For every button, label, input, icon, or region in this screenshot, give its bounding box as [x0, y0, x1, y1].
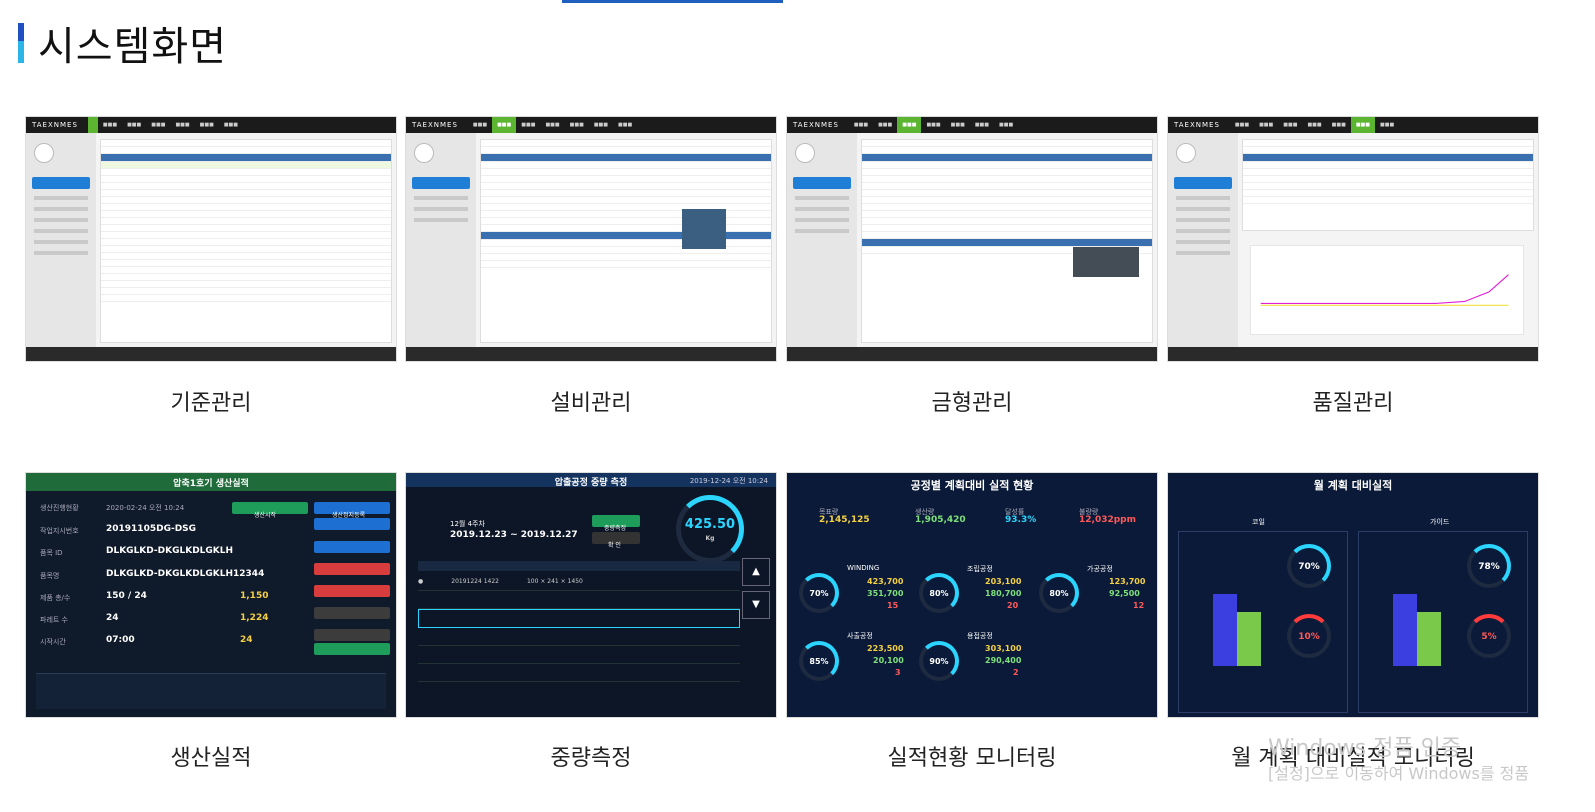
screenshot-production-results[interactable]: 압축1호기 생산실적 생산진행현황 2020-02-24 오전 10:24 작업…: [25, 472, 397, 718]
quality-table: [1242, 139, 1534, 231]
caption-weight: 중량측정: [550, 746, 632, 771]
windows-activation-line1: Windows 정품 인증: [1268, 736, 1462, 761]
screenshot-weight-measurement[interactable]: 압출공정 중량 측정 2019-12-24 오전 10:24 12월 4주차 2…: [405, 472, 777, 718]
caption-standard: 기준관리: [170, 391, 252, 416]
weight-table: ● 20191224 1422 100 × 241 × 1450: [418, 573, 740, 707]
screenshot-quality-management[interactable]: TAEXNMES ■■■ ■■■ ■■■ ■■■ ■■■ ■■■ ■■■: [1167, 116, 1539, 362]
caption-quality: 품질관리: [1312, 391, 1394, 416]
scroll-up-button[interactable]: ▲: [742, 558, 770, 586]
data-table: [100, 139, 392, 343]
app-logo: TAEXNMES: [32, 121, 78, 129]
screenshot-equipment-management[interactable]: TAEXNMES ■■■ ■■■ ■■■ ■■■ ■■■ ■■■ ■■■: [405, 116, 777, 362]
confirm-button[interactable]: 확 인: [592, 532, 640, 549]
caption-production: 생산실적: [170, 746, 252, 771]
app-logo: TAEXNMES: [412, 121, 458, 129]
windows-activation-line2: [설정]으로 이동하여 Windows를 정품: [1268, 764, 1530, 783]
quality-line-chart: [1250, 245, 1524, 335]
screenshot-performance-monitoring[interactable]: 공정별 계획대비 실적 현황 목표량 2,145,125 생산량 1,905,4…: [786, 472, 1158, 718]
caption-mold: 금형관리: [931, 391, 1013, 416]
app-sidebar: [26, 133, 96, 347]
measurement-strip: [36, 673, 386, 709]
caption-equipment: 설비관리: [550, 391, 632, 416]
screenshot-standard-management[interactable]: TAEXNMES ■■■ ■■■ ■■■ ■■■ ■■■ ■■■: [25, 116, 397, 362]
measure-weight-button[interactable]: 중량측정: [592, 515, 640, 532]
start-production-button[interactable]: 생산시작: [232, 502, 308, 519]
equipment-photo: [682, 209, 726, 249]
table-header: [418, 561, 740, 571]
app-logo: TAEXNMES: [1174, 121, 1220, 129]
mold-table: [861, 139, 1153, 343]
app-logo: TAEXNMES: [793, 121, 839, 129]
app-nav: TAEXNMES ■■■ ■■■ ■■■ ■■■ ■■■ ■■■: [26, 117, 396, 133]
page-heading: 시스템화면: [18, 14, 227, 72]
stop-production-button[interactable]: 생산정지등록: [314, 502, 390, 519]
screen-title: 공정별 계획대비 실적 현황: [910, 479, 1034, 492]
top-accent-bar: [562, 0, 783, 3]
screen-title: 월 계획 대비실적: [1313, 479, 1393, 492]
bar-actual: [1237, 612, 1261, 666]
panel-coil: 70% 10%: [1178, 531, 1348, 713]
panel-guide: 78% 5%: [1358, 531, 1528, 713]
equipment-table: [480, 139, 772, 343]
screenshot-monthly-plan-monitoring[interactable]: 월 계획 대비실적 70% 10% 코일 78% 5% 가이드: [1167, 472, 1539, 718]
screenshot-mold-management[interactable]: TAEXNMES ■■■ ■■■ ■■■ ■■■ ■■■ ■■■ ■■■: [786, 116, 1158, 362]
screen-title: 압축1호기 생산실적: [173, 479, 249, 489]
scroll-down-button[interactable]: ▼: [742, 591, 770, 619]
heading-mark: [18, 23, 24, 63]
page-title: 시스템화면: [38, 24, 227, 70]
bar-plan: [1213, 594, 1237, 666]
caption-performance: 실적현황 모니터링: [887, 746, 1057, 771]
mold-photo: [1073, 247, 1139, 277]
